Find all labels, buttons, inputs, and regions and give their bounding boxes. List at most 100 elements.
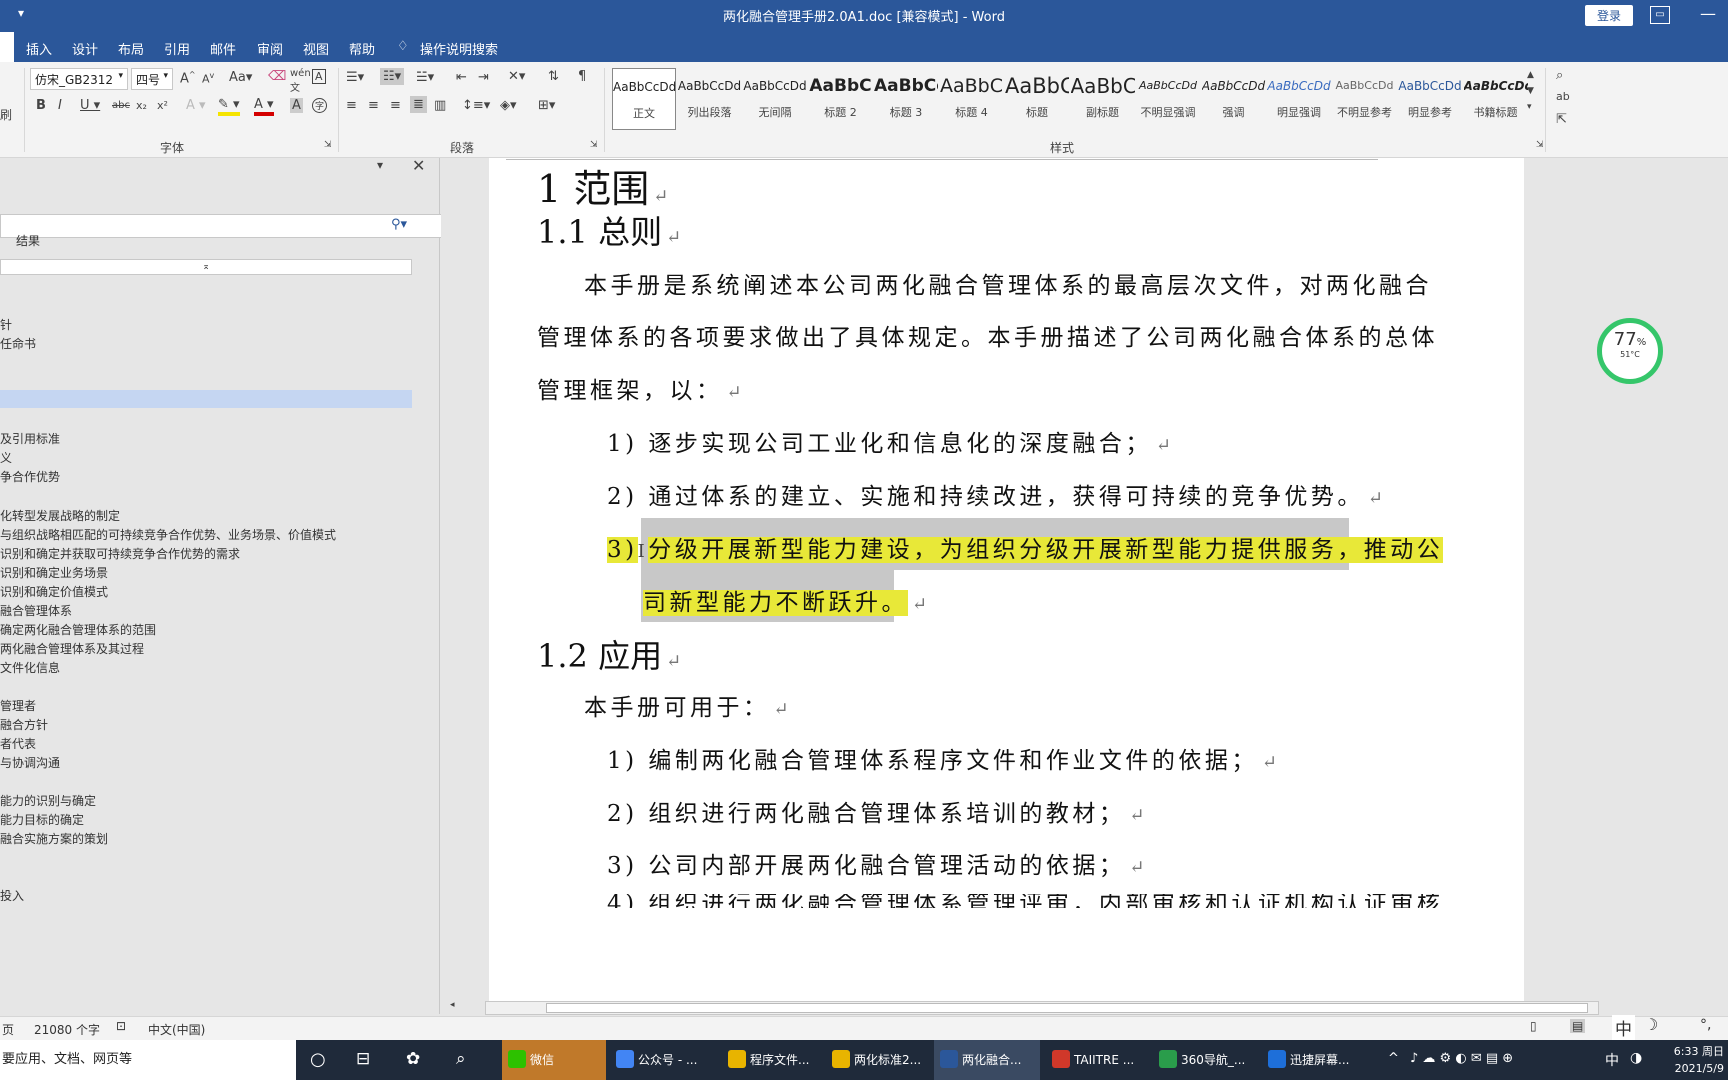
- paragraph-line[interactable]: 本手册是系统阐述本公司两化融合管理体系的最高层次文件，对两化融合: [584, 266, 1432, 300]
- align-center-icon[interactable]: ≡: [368, 98, 379, 113]
- page-count[interactable]: 页: [2, 1021, 14, 1038]
- enclose-characters-icon[interactable]: 字: [312, 98, 328, 113]
- ribbon-display-options-icon[interactable]: ▭: [1650, 6, 1670, 24]
- multilevel-list-icon[interactable]: ☱▾: [416, 70, 434, 85]
- nav-heading-item[interactable]: 识别和确定价值模式: [0, 583, 108, 600]
- scrollbar-thumb[interactable]: [546, 1003, 1588, 1013]
- heading-1-2[interactable]: 1.2 应用 ↵: [537, 631, 681, 677]
- nav-heading-item[interactable]: 争合作优势: [0, 468, 60, 485]
- nav-heading-item[interactable]: 及引用标准: [0, 430, 60, 447]
- word-count[interactable]: 21080 个字: [34, 1021, 100, 1038]
- style-item[interactable]: AaBbCc 标题 3: [874, 68, 938, 130]
- tab-home-active[interactable]: [0, 32, 14, 62]
- tab-insert[interactable]: 插入: [26, 39, 52, 58]
- document-page[interactable]: 1 范围 ↵ 1.1 总则 ↵ 本手册是系统阐述本公司两化融合管理体系的最高层次文件…: [489, 158, 1524, 1001]
- strikethrough-icon[interactable]: abc: [112, 100, 130, 111]
- tab-review[interactable]: 审阅: [257, 39, 283, 58]
- format-painter-label[interactable]: 刷: [0, 106, 12, 123]
- moon-icon[interactable]: ☽: [1644, 1015, 1658, 1034]
- style-item[interactable]: AaBbCcDd 不明显参考: [1333, 68, 1397, 130]
- show-formatting-marks-icon[interactable]: ¶: [578, 69, 586, 84]
- clear-formatting-icon[interactable]: ⌫: [268, 69, 286, 84]
- tab-help[interactable]: 帮助: [349, 39, 375, 58]
- proofing-icon[interactable]: ⊡: [116, 1019, 126, 1033]
- nav-heading-item[interactable]: 化转型发展战略的制定: [0, 507, 120, 524]
- nav-heading-item[interactable]: 识别和确定业务场景: [0, 564, 108, 581]
- style-normal[interactable]: AaBbCcDd 正文: [612, 68, 676, 130]
- taskbar-search-box[interactable]: 要应用、文档、网页等: [0, 1040, 296, 1080]
- grow-font-icon[interactable]: A^: [180, 70, 196, 86]
- nav-heading-item[interactable]: 与协调沟通: [0, 754, 60, 771]
- shading-icon[interactable]: ◈▾: [500, 98, 517, 113]
- bullets-icon[interactable]: ☰▾: [346, 70, 364, 85]
- taskbar-app[interactable]: 微信: [502, 1040, 606, 1080]
- styles-scroll-up-icon[interactable]: ▲: [1527, 70, 1534, 80]
- line-spacing-icon[interactable]: ↕≡▾: [462, 98, 490, 113]
- nav-heading-item[interactable]: 文件化信息: [0, 659, 60, 676]
- list-item[interactable]: 3) 公司内部开展两化融合管理活动的依据； ↵: [607, 846, 1148, 880]
- nav-heading-item[interactable]: 任命书: [0, 335, 36, 352]
- styles-dialog-launcher-icon[interactable]: ⇲: [1536, 140, 1544, 150]
- style-item[interactable]: AaBbCcDd 明显参考: [1398, 68, 1462, 130]
- nav-heading-item[interactable]: 融合管理体系: [0, 602, 72, 619]
- sort-icon[interactable]: ⇅: [548, 69, 559, 84]
- tray-icons[interactable]: ♪ ☁ ⚙ ◐ ✉ ▤ ⊕: [1410, 1051, 1513, 1066]
- tell-me-search[interactable]: 操作说明搜索: [420, 39, 498, 58]
- heading-1-1[interactable]: 1.1 总则 ↵: [537, 207, 681, 253]
- decrease-indent-icon[interactable]: ⇤: [456, 70, 467, 85]
- paragraph-line[interactable]: 管理体系的各项要求做出了具体规定。本手册描述了公司两化融合体系的总体: [537, 318, 1438, 352]
- shrink-font-icon[interactable]: Av: [202, 71, 214, 86]
- print-layout-icon[interactable]: ▤: [1570, 1019, 1586, 1033]
- taskbar-app[interactable]: 公众号 - ...: [610, 1040, 716, 1080]
- tab-mailings[interactable]: 邮件: [210, 39, 236, 58]
- list-item[interactable]: 1) 编制两化融合管理体系程序文件和作业文件的依据； ↵: [607, 741, 1281, 775]
- underline-icon[interactable]: U ▾: [80, 98, 100, 113]
- bold-icon[interactable]: B: [36, 98, 46, 113]
- ime-mode-icon[interactable]: ◑: [1630, 1050, 1642, 1066]
- style-item[interactable]: AaBbCcDd 强调: [1202, 68, 1266, 130]
- nav-heading-item[interactable]: 与组织战略相匹配的可持续竞争合作优势、业务场景、价值模式: [0, 526, 336, 543]
- subscript-icon[interactable]: x₂: [136, 99, 147, 112]
- list-item[interactable]: 2) 组织进行两化融合管理体系培训的教材； ↵: [607, 794, 1148, 828]
- paragraph-dialog-launcher-icon[interactable]: ⇲: [590, 140, 598, 150]
- distributed-icon[interactable]: ▥: [434, 98, 446, 113]
- nav-heading-item[interactable]: 管理者: [0, 697, 36, 714]
- list-item[interactable]: 2) 通过体系的建立、实施和持续改进，获得可持续的竞争优势。 ↵: [607, 477, 1387, 511]
- nav-heading-item[interactable]: 确定两化融合管理体系的范围: [0, 621, 156, 638]
- numbering-icon[interactable]: ☷▾: [380, 68, 405, 85]
- login-button[interactable]: 登录: [1585, 5, 1633, 26]
- style-item[interactable]: AaBbC 标题 4: [940, 68, 1004, 130]
- style-item[interactable]: AaBbC 副标题: [1071, 68, 1135, 130]
- find-icon[interactable]: ⌕: [1556, 68, 1563, 83]
- taskbar-app[interactable]: 360导航_...: [1153, 1040, 1256, 1080]
- clock-date[interactable]: 2021/5/9: [1660, 1060, 1724, 1077]
- font-size-select[interactable]: 四号 ▾: [131, 68, 173, 90]
- nav-results-tab[interactable]: 结果: [16, 232, 40, 249]
- paragraph-line[interactable]: 管理框架，以： ↵: [537, 371, 745, 405]
- superscript-icon[interactable]: x²: [157, 99, 168, 112]
- font-dialog-launcher-icon[interactable]: ⇲: [324, 140, 332, 150]
- character-shading-icon[interactable]: A: [290, 98, 303, 113]
- borders-icon[interactable]: ⊞▾: [538, 98, 555, 113]
- nav-heading-item[interactable]: 两化融合管理体系及其过程: [0, 640, 144, 657]
- task-view-icon[interactable]: ⊟: [356, 1049, 370, 1069]
- replace-icon[interactable]: ab: [1556, 90, 1570, 103]
- font-name-select[interactable]: 仿宋_GB2312 ▾: [30, 68, 128, 90]
- nav-options-dropdown-icon[interactable]: ▾: [377, 158, 383, 172]
- taskbar-app[interactable]: 两化标准2...: [826, 1040, 928, 1080]
- font-color-icon[interactable]: A ▾: [254, 97, 274, 116]
- tab-design[interactable]: 设计: [72, 39, 98, 58]
- search-app-icon[interactable]: ⌕: [456, 1049, 466, 1069]
- nav-heading-item[interactable]: 能力目标的确定: [0, 811, 84, 828]
- text-effects-icon[interactable]: A ▾: [186, 98, 206, 113]
- select-icon[interactable]: ⇱: [1556, 112, 1567, 127]
- search-icon[interactable]: ⚲▾: [391, 217, 407, 232]
- nav-selected-item[interactable]: [0, 390, 412, 408]
- nav-heading-item[interactable]: 能力的识别与确定: [0, 792, 96, 809]
- read-mode-icon[interactable]: ▯: [1530, 1019, 1537, 1033]
- cpu-monitor-widget[interactable]: 77% 51°C: [1597, 318, 1663, 384]
- align-right-icon[interactable]: ≡: [390, 98, 401, 113]
- increase-indent-icon[interactable]: ⇥: [478, 70, 489, 85]
- tab-layout[interactable]: 布局: [118, 39, 144, 58]
- tab-references[interactable]: 引用: [164, 39, 190, 58]
